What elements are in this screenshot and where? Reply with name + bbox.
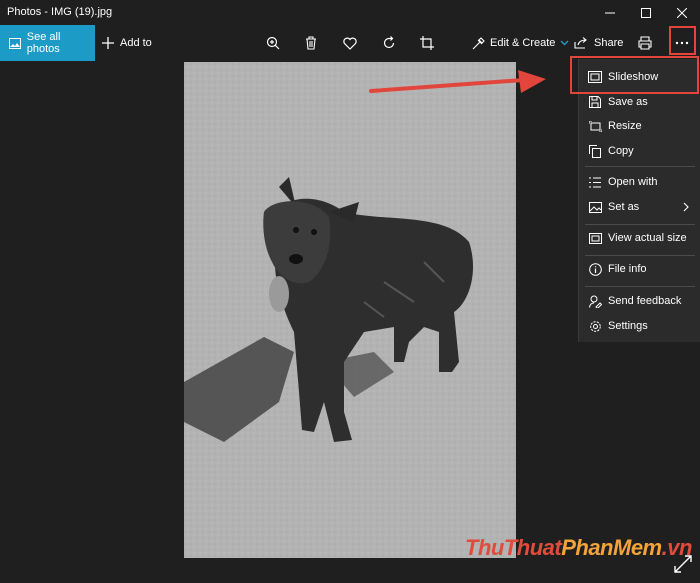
menu-item-label: Save as [608,96,648,108]
share-label: Share [594,37,624,49]
menu-item-open-with[interactable]: Open with [579,170,700,194]
zoom-in-icon [266,36,280,50]
menu-item-label: Copy [608,145,634,157]
menu-item-copy[interactable]: Copy [579,139,700,163]
menu-separator [585,286,695,287]
minimize-icon [605,12,615,13]
photo-viewer[interactable] [184,62,516,558]
edit-create-button[interactable]: Edit & Create [472,25,569,61]
maximize-button[interactable] [628,0,664,25]
menu-item-label: Open with [608,176,658,188]
menu-item-label: Send feedback [608,295,682,307]
photos-icon [9,37,21,49]
maximize-icon [641,7,651,18]
menu-separator [585,224,695,225]
share-icon [574,37,587,49]
see-all-photos-label: See all photos [26,31,61,55]
trash-icon [306,36,316,50]
minimize-button[interactable] [592,0,628,25]
resize-icon [588,119,602,133]
menu-item-label: Resize [608,120,642,132]
menu-item-send-feedback[interactable]: Send feedback [579,289,700,313]
see-all-photos-button[interactable]: See all photos [0,25,95,61]
title-bar: Photos - IMG (19).jpg [0,0,700,25]
menu-separator [585,166,695,167]
menu-item-settings[interactable]: Settings [579,314,700,338]
edit-create-label: Edit & Create [490,37,556,49]
red-arrow-annotation [369,70,546,93]
heart-icon [343,37,357,50]
menu-item-view-actual-size[interactable]: View actual size [579,226,700,250]
rotate-button[interactable] [374,25,404,61]
zoom-button[interactable] [258,25,288,61]
save-icon [588,95,602,109]
close-button[interactable] [664,0,700,25]
rotate-icon [383,36,395,49]
menu-separator [585,255,695,256]
add-to-label: Add to [120,37,152,49]
copy-icon [588,144,602,158]
gear-icon [588,319,602,333]
edit-icon [472,36,485,49]
menu-item-label: Set as [608,201,640,213]
set-as-icon [588,200,602,214]
expand-icon [674,555,692,573]
menu-item-label: View actual size [608,232,687,244]
actual-size-icon [588,231,602,245]
printer-icon [638,36,652,50]
menu-item-set-as[interactable]: Set as [579,195,700,219]
close-icon [677,7,687,18]
menu-item-file-info[interactable]: File info [579,257,700,281]
feedback-icon [588,294,602,308]
menu-item-label: Settings [608,320,648,332]
info-icon [588,262,602,276]
menu-item-label: File info [608,263,647,275]
open-with-icon [588,175,602,189]
full-screen-button[interactable] [673,554,693,574]
favorite-button[interactable] [335,25,365,61]
slideshow-highlight-box [570,56,699,94]
menu-item-resize[interactable]: Resize [579,114,700,138]
add-to-button[interactable]: Add to [102,25,152,61]
window-title: Photos - IMG (19).jpg [7,6,113,18]
watermark: ThuThuatPhanMem.vn [465,535,692,560]
dog-photo [184,62,516,558]
chevron-right-icon [683,202,689,212]
delete-button[interactable] [296,25,326,61]
chevron-down-icon [560,40,569,46]
crop-icon [420,36,434,50]
crop-button[interactable] [412,25,442,61]
more-options-menu: Slideshow Save as Resize Copy Open with … [578,59,700,342]
plus-icon [102,37,114,49]
more-button-highlight-box [669,26,696,55]
